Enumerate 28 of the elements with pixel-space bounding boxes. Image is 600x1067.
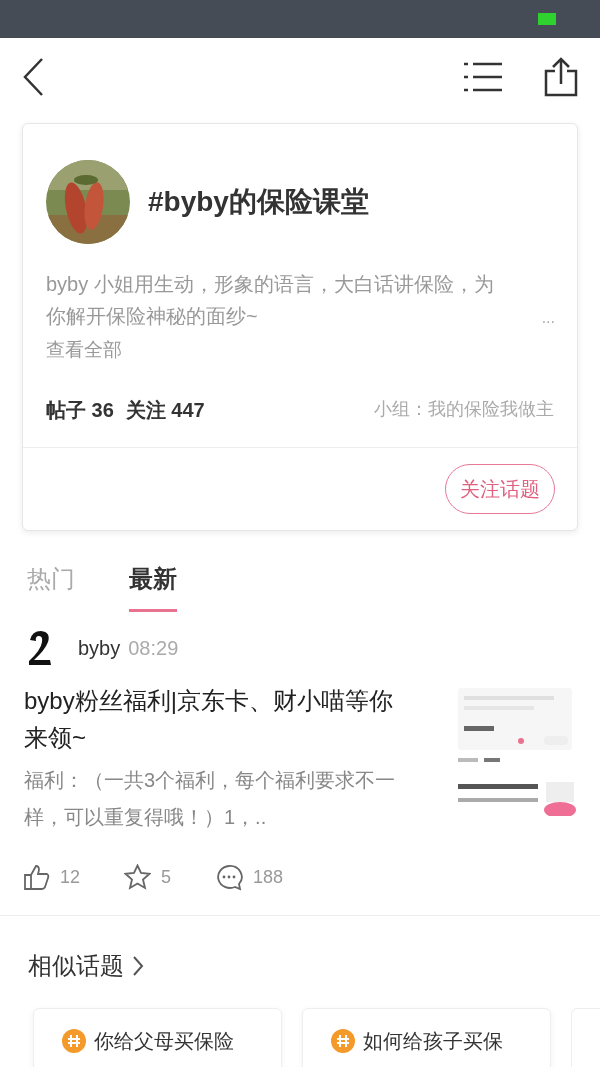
action-count: 5	[161, 865, 172, 889]
topic-title: 如何给孩子买保	[363, 1028, 503, 1053]
hashtag-icon	[62, 1028, 86, 1053]
action-count: 188	[253, 865, 284, 889]
chevron-right-icon[interactable]	[132, 954, 144, 977]
thumbs-up-icon[interactable]	[24, 864, 50, 890]
topic-card[interactable]: 你给父母买保险	[33, 1007, 282, 1067]
section-title: 相似话题	[28, 950, 124, 981]
back-icon[interactable]	[22, 57, 44, 97]
post-time: 08:29	[128, 635, 179, 661]
post-excerpt: 福利：（一共3个福利，每个福利要求不一样，可以重复得哦！）1，..	[24, 767, 397, 830]
topic-title: #byby的保险课堂	[148, 185, 369, 219]
list-icon[interactable]	[464, 61, 502, 93]
topic-title: 你给父母买保险	[94, 1028, 234, 1053]
action-count: 12	[60, 865, 81, 889]
avatar-icon	[26, 629, 54, 666]
author-name[interactable]: byby	[78, 632, 121, 663]
hashtag-icon	[331, 1028, 355, 1053]
comment-icon[interactable]	[215, 863, 244, 891]
share-icon[interactable]	[544, 57, 578, 97]
topic-card[interactable]: 如何给孩子买保	[302, 1007, 551, 1067]
tab[interactable]: 最新	[129, 560, 177, 612]
post-title[interactable]: byby粉丝福利|京东卡、财小喵等你来领~	[24, 681, 409, 756]
stat-count: 帖子 36	[46, 397, 114, 423]
battery-icon	[538, 13, 556, 25]
stat-count: 关注 447	[125, 397, 205, 423]
topic-description: byby 小姐用生动，形象的语言，大白话讲保险，为你解开保险神秘的面纱~	[46, 272, 495, 329]
star-icon[interactable]	[124, 864, 152, 890]
